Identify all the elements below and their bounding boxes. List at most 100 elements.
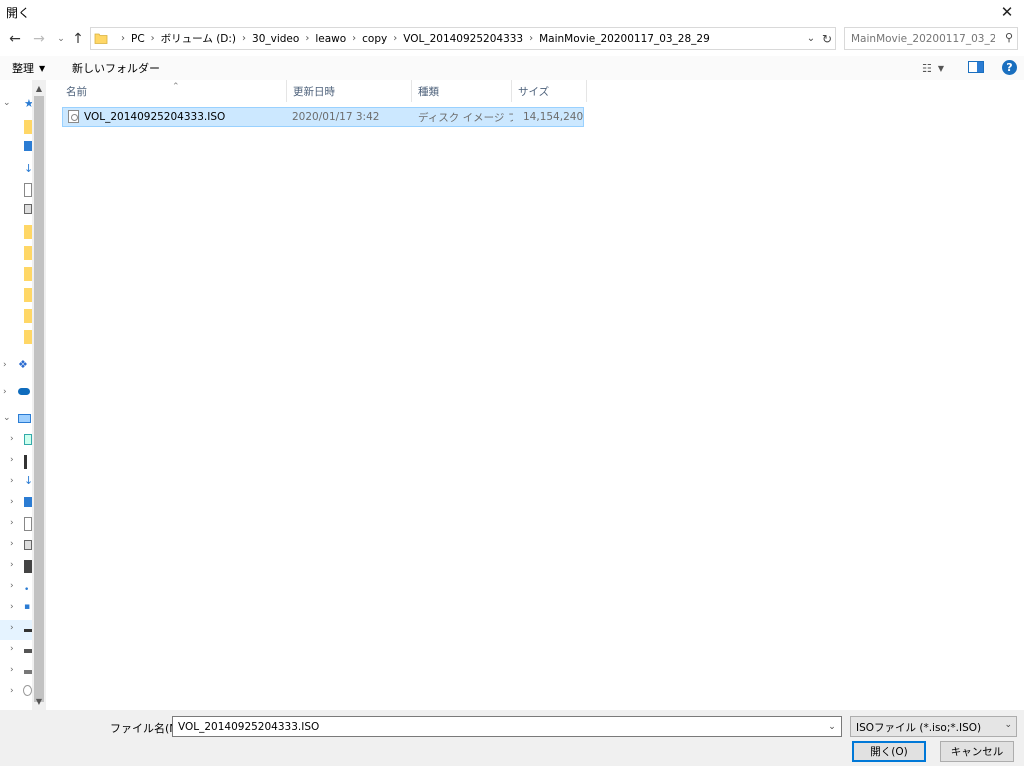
folder-icon[interactable] (24, 246, 32, 260)
breadcrumb-separator-icon: › (352, 33, 357, 44)
chevron-right-icon[interactable]: › (10, 665, 20, 675)
folder-icon[interactable] (24, 120, 32, 134)
folder-icon[interactable] (24, 330, 32, 344)
folder-icon[interactable] (24, 309, 32, 323)
breadcrumb-item-volume-d[interactable]: ボリューム (D:) (161, 31, 236, 46)
address-dropdown-chevron-icon[interactable]: ⌄ (803, 28, 819, 49)
quick-access-star-icon[interactable]: ★ (24, 97, 34, 111)
navigation-row: ← → ⌄ ↑ › PC › ボリューム (D:) › 30_video › l… (0, 26, 1024, 52)
chevron-right-icon[interactable]: › (10, 623, 20, 633)
preview-pane-icon[interactable] (968, 61, 984, 73)
view-options-icon[interactable]: ☷ ▼ (922, 60, 944, 76)
breadcrumb-item-mainmovie[interactable]: MainMovie_20200117_03_28_29 (539, 33, 710, 45)
drive-icon[interactable] (24, 434, 32, 445)
search-icon[interactable]: ⚲ (1005, 31, 1013, 44)
chevron-down-icon: ⌄ (1004, 720, 1012, 730)
drive-icon[interactable] (24, 455, 27, 469)
table-row[interactable]: VOL_20140925204333.ISO 2020/01/17 3:42 デ… (62, 107, 584, 127)
drive-icon[interactable] (24, 629, 32, 632)
refresh-icon[interactable]: ↻ (819, 28, 835, 49)
breadcrumb-item-leawo[interactable]: leawo (315, 33, 346, 45)
back-arrow-icon[interactable]: ← (6, 26, 24, 52)
organize-label: 整理 (12, 62, 34, 75)
title-bar: 開く ✕ (0, 0, 1024, 24)
scroll-up-icon[interactable]: ▲ (32, 81, 46, 95)
chevron-right-icon[interactable]: › (10, 539, 20, 549)
drive-icon[interactable] (24, 649, 32, 653)
breadcrumb-separator-icon: › (305, 33, 310, 44)
column-header-date[interactable]: 更新日時 (287, 80, 412, 102)
sort-ascending-icon: ⌃ (172, 82, 180, 92)
chevron-right-icon[interactable]: › (10, 434, 20, 444)
document-icon[interactable] (24, 183, 32, 197)
music-icon[interactable]: • (24, 585, 32, 599)
nav-scroll-thumb[interactable] (34, 96, 44, 702)
open-button[interactable]: 開く(O) (852, 741, 926, 762)
chevron-right-icon[interactable]: › (3, 360, 13, 370)
breadcrumb-item-vol[interactable]: VOL_20140925204333 (403, 33, 523, 45)
navigation-pane: ⌄ ★ ↓ › ❖ › ⌄ › › › ↓ › › › › › • › ▪ › … (0, 80, 46, 710)
folder-icon (94, 33, 108, 44)
chevron-right-icon[interactable]: › (10, 686, 20, 696)
breadcrumb-separator-icon: › (393, 33, 398, 44)
picture-icon[interactable] (24, 540, 32, 550)
search-box[interactable]: ⚲ (844, 27, 1018, 50)
folder-icon[interactable] (24, 267, 32, 281)
download-arrow-icon[interactable]: ↓ (24, 162, 33, 176)
disc-drive-icon[interactable] (23, 685, 32, 696)
onedrive-cloud-icon[interactable] (18, 388, 30, 395)
chevron-right-icon[interactable]: › (10, 581, 20, 591)
recent-locations-chevron-icon[interactable]: ⌄ (52, 26, 70, 52)
filetype-select[interactable]: ISOファイル (*.iso;*.ISO) ⌄ (850, 716, 1017, 737)
video-icon[interactable] (24, 560, 32, 573)
folder-icon[interactable] (24, 225, 32, 239)
pc-monitor-icon[interactable] (18, 414, 31, 423)
organize-button[interactable]: 整理 ▼ (12, 59, 45, 77)
chevron-right-icon[interactable]: › (10, 518, 20, 528)
chevron-down-icon[interactable]: ⌄ (3, 98, 13, 108)
document-icon[interactable] (24, 517, 32, 531)
breadcrumb-separator-icon: › (529, 33, 534, 44)
dialog-footer: ファイル名(N): ⌄ ISOファイル (*.iso;*.ISO) ⌄ 開く(O… (0, 710, 1024, 766)
cancel-button[interactable]: キャンセル (940, 741, 1014, 762)
dropbox-icon[interactable]: ❖ (18, 358, 28, 371)
3d-objects-icon[interactable]: ▪ (24, 602, 32, 616)
desktop-icon[interactable] (24, 497, 32, 507)
chevron-right-icon[interactable]: › (10, 455, 20, 465)
scroll-down-icon[interactable]: ▼ (32, 694, 46, 708)
chevron-down-icon[interactable]: ⌄ (825, 717, 839, 736)
search-input[interactable] (849, 30, 997, 47)
breadcrumb-item-pc[interactable]: PC (131, 33, 145, 45)
chevron-right-icon[interactable]: › (10, 497, 20, 507)
chevron-right-icon[interactable]: › (10, 560, 20, 570)
up-arrow-icon[interactable]: ↑ (69, 26, 87, 52)
column-header-size[interactable]: サイズ (512, 80, 587, 102)
window-title: 開く (6, 6, 31, 20)
network-drive-icon[interactable] (24, 670, 32, 674)
file-date: 2020/01/17 3:42 (292, 111, 380, 123)
breadcrumb-item-30-video[interactable]: 30_video (252, 33, 299, 45)
address-bar[interactable]: › PC › ボリューム (D:) › 30_video › leawo › c… (90, 27, 836, 50)
chevron-right-icon[interactable]: › (10, 644, 20, 654)
breadcrumb-separator-icon: › (121, 33, 125, 44)
breadcrumb-item-copy[interactable]: copy (362, 33, 387, 45)
forward-arrow-icon[interactable]: → (30, 26, 48, 52)
picture-icon[interactable] (24, 204, 32, 214)
close-icon[interactable]: ✕ (990, 0, 1024, 24)
help-icon[interactable]: ? (1002, 60, 1017, 75)
file-type: ディスク イメージ ファ... (418, 111, 513, 124)
column-header-type[interactable]: 種類 (412, 80, 512, 102)
filename-input[interactable] (176, 719, 816, 734)
folder-icon[interactable] (24, 288, 32, 302)
chevron-down-icon[interactable]: ⌄ (3, 413, 13, 423)
file-size: 14,154,240 ... (523, 111, 583, 123)
download-arrow-icon[interactable]: ↓ (24, 474, 33, 488)
desktop-icon[interactable] (24, 141, 32, 151)
filetype-value: ISOファイル (*.iso;*.ISO) (856, 722, 982, 734)
chevron-right-icon[interactable]: › (10, 476, 20, 486)
chevron-right-icon[interactable]: › (10, 602, 20, 612)
new-folder-button[interactable]: 新しいフォルダー (72, 59, 160, 77)
chevron-right-icon[interactable]: › (3, 387, 13, 397)
filename-combobox[interactable]: ⌄ (172, 716, 842, 737)
disc-image-file-icon (68, 110, 79, 123)
